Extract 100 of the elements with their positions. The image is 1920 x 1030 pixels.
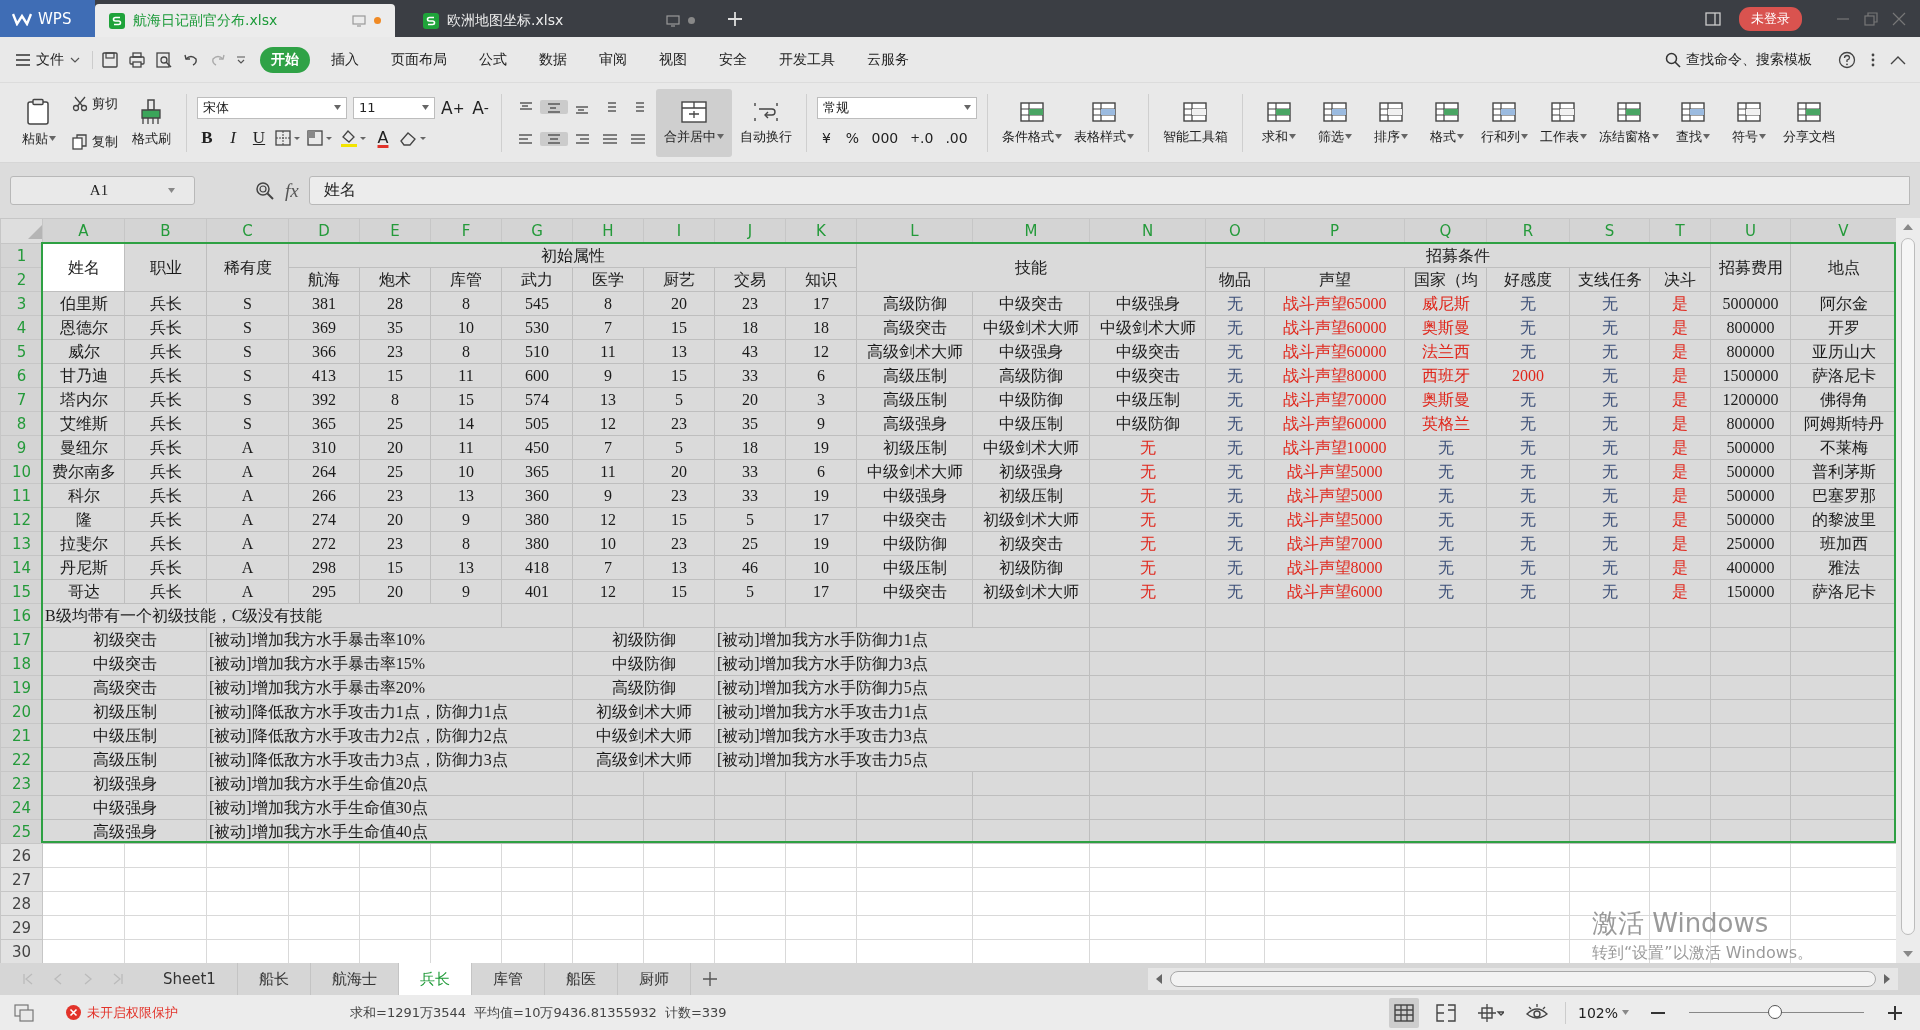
row-header[interactable]: 30 [0, 939, 43, 963]
login-button[interactable]: 未登录 [1739, 6, 1802, 31]
monitor-icon [352, 14, 366, 27]
horizontal-scrollbar[interactable] [1148, 968, 1898, 990]
name-box[interactable]: A1 [10, 176, 195, 205]
document-tab[interactable]: 欧洲地图坐标.xlsx [409, 4, 709, 37]
file-menu[interactable]: 文件 [16, 50, 80, 69]
caret-icon [334, 105, 341, 110]
text-style-button[interactable]: B [197, 126, 217, 149]
document-icon[interactable] [14, 1003, 34, 1022]
row-header[interactable]: 26 [0, 843, 43, 868]
menu-tab[interactable]: 插入 [320, 46, 370, 73]
borders-icon[interactable] [275, 128, 301, 147]
ribbon-button[interactable]: 格式刷 [126, 88, 176, 157]
scroll-left-icon[interactable] [1156, 974, 1162, 984]
function-label[interactable]: fx [285, 179, 299, 202]
menu-tab[interactable]: 页面布局 [380, 46, 458, 73]
number-format-button[interactable]: .00 [942, 126, 971, 149]
caret-icon[interactable] [236, 55, 246, 64]
status-dot-icon [374, 17, 381, 24]
zoom-in-icon[interactable] [1888, 1005, 1902, 1020]
table-icon [1491, 99, 1517, 124]
cell-style-icon[interactable] [307, 128, 333, 147]
ribbon-button[interactable]: 符号 [1722, 88, 1775, 157]
print-icon[interactable] [128, 50, 146, 69]
menu-tab[interactable]: 数据 [528, 46, 578, 73]
menu-tab[interactable]: 公式 [468, 46, 518, 73]
close-icon[interactable] [1892, 11, 1906, 26]
zoom-slider-thumb[interactable] [1767, 1005, 1782, 1019]
table-icon [1615, 99, 1642, 124]
menu-tab[interactable]: 开发工具 [768, 46, 846, 73]
merge-center-button[interactable]: 合并居中 [655, 88, 732, 157]
plus-icon[interactable] [727, 10, 743, 27]
ribbon-button[interactable]: 粘贴 [14, 88, 64, 157]
table-cell: 初级强身 [972, 459, 1090, 484]
scroll-right-icon[interactable] [1884, 974, 1890, 984]
table-cell: 战斗声望8000 [1264, 555, 1405, 580]
formula-field[interactable]: 姓名 [308, 176, 1910, 205]
font-size-select[interactable]: 11 [353, 96, 435, 119]
window-icon[interactable] [1705, 11, 1721, 26]
save-icon[interactable] [101, 50, 119, 69]
table-cell: 中级防御 [1089, 411, 1206, 436]
ribbon-button[interactable]: 筛选 [1308, 88, 1361, 157]
ribbon-button[interactable]: 冻结窗格 [1594, 88, 1663, 157]
text-style-button[interactable]: U [249, 126, 269, 149]
zoom-level[interactable]: 102% [1577, 1004, 1629, 1021]
ribbon-button[interactable]: 智能工具箱 [1158, 88, 1232, 157]
table-cell: 战斗声望7000 [1264, 531, 1405, 556]
table-cell: 高级突击 [856, 315, 973, 340]
scroll-up-icon[interactable] [1903, 224, 1913, 230]
add-sheet-icon[interactable] [702, 972, 717, 986]
text-style-button[interactable]: I [223, 126, 243, 149]
restore-icon[interactable] [1864, 11, 1878, 26]
number-format-button[interactable]: ¥ [816, 126, 837, 149]
ribbon-button[interactable]: 剪切 [72, 91, 118, 116]
permission-status[interactable]: 未开启权限保护 [66, 1003, 178, 1022]
table-icon [1018, 99, 1045, 124]
print-preview-icon[interactable] [155, 50, 173, 69]
number-format-button[interactable]: % [842, 126, 863, 149]
menu-tab[interactable]: 审阅 [588, 46, 638, 73]
ribbon-button[interactable]: 条件格式 [997, 88, 1066, 157]
help-icon[interactable] [1838, 50, 1856, 69]
sheet-tab[interactable]: 兵长 [398, 963, 472, 995]
menu-tab[interactable]: 云服务 [856, 46, 920, 73]
ribbon-button[interactable]: 行和列 [1476, 88, 1532, 157]
more-icon[interactable] [1870, 51, 1876, 68]
ribbon-button[interactable]: 求和 [1252, 88, 1305, 157]
command-search[interactable]: 查找命令、搜索模板 [1665, 50, 1812, 69]
ribbon-button[interactable]: 格式 [1420, 88, 1473, 157]
collapse-icon[interactable] [1890, 54, 1906, 65]
vertical-scrollbar[interactable] [1896, 218, 1920, 963]
table-cell: 中级强身 [972, 339, 1090, 364]
table-cell: 战斗声望10000 [1264, 435, 1405, 460]
logo-icon [12, 11, 32, 26]
wrap-text-button[interactable]: 自动换行 [735, 88, 796, 157]
table-cell: 中级剑术大师 [1089, 315, 1206, 340]
row-header[interactable]: 27 [0, 867, 43, 892]
ribbon-button[interactable]: 分享文档 [1778, 88, 1839, 157]
font-select[interactable]: 宋体 [197, 96, 347, 119]
table-cell: [被动]降低敌方水手攻击力1点，防御力1点 [206, 699, 573, 724]
table-icon [1550, 99, 1576, 124]
ribbon-button[interactable]: 查找 [1666, 88, 1719, 157]
align-middle-icon[interactable] [539, 99, 568, 114]
row-header[interactable]: 28 [0, 891, 43, 916]
font-color-button[interactable]: A [373, 126, 393, 149]
merge-cells-icon [679, 99, 708, 124]
menu-tab[interactable]: 视图 [648, 46, 698, 73]
zoom-icon[interactable] [255, 180, 275, 201]
menu-tab[interactable]: 安全 [708, 46, 758, 73]
align-center-icon[interactable] [539, 131, 568, 146]
normal-view-icon[interactable] [1388, 997, 1419, 1028]
number-format-select[interactable]: 常规 [816, 96, 977, 119]
scroll-down-icon[interactable] [1903, 951, 1913, 957]
ribbon-button[interactable]: 工作表 [1535, 88, 1591, 157]
row-header[interactable]: 29 [0, 915, 43, 940]
ribbon-button[interactable]: 复制 [72, 129, 118, 154]
app-tab[interactable]: WPS [0, 0, 95, 37]
number-format-button[interactable]: 000 [868, 126, 902, 149]
ribbon-button[interactable]: 排序 [1364, 88, 1417, 157]
ribbon-button[interactable]: 表格样式 [1069, 88, 1138, 157]
